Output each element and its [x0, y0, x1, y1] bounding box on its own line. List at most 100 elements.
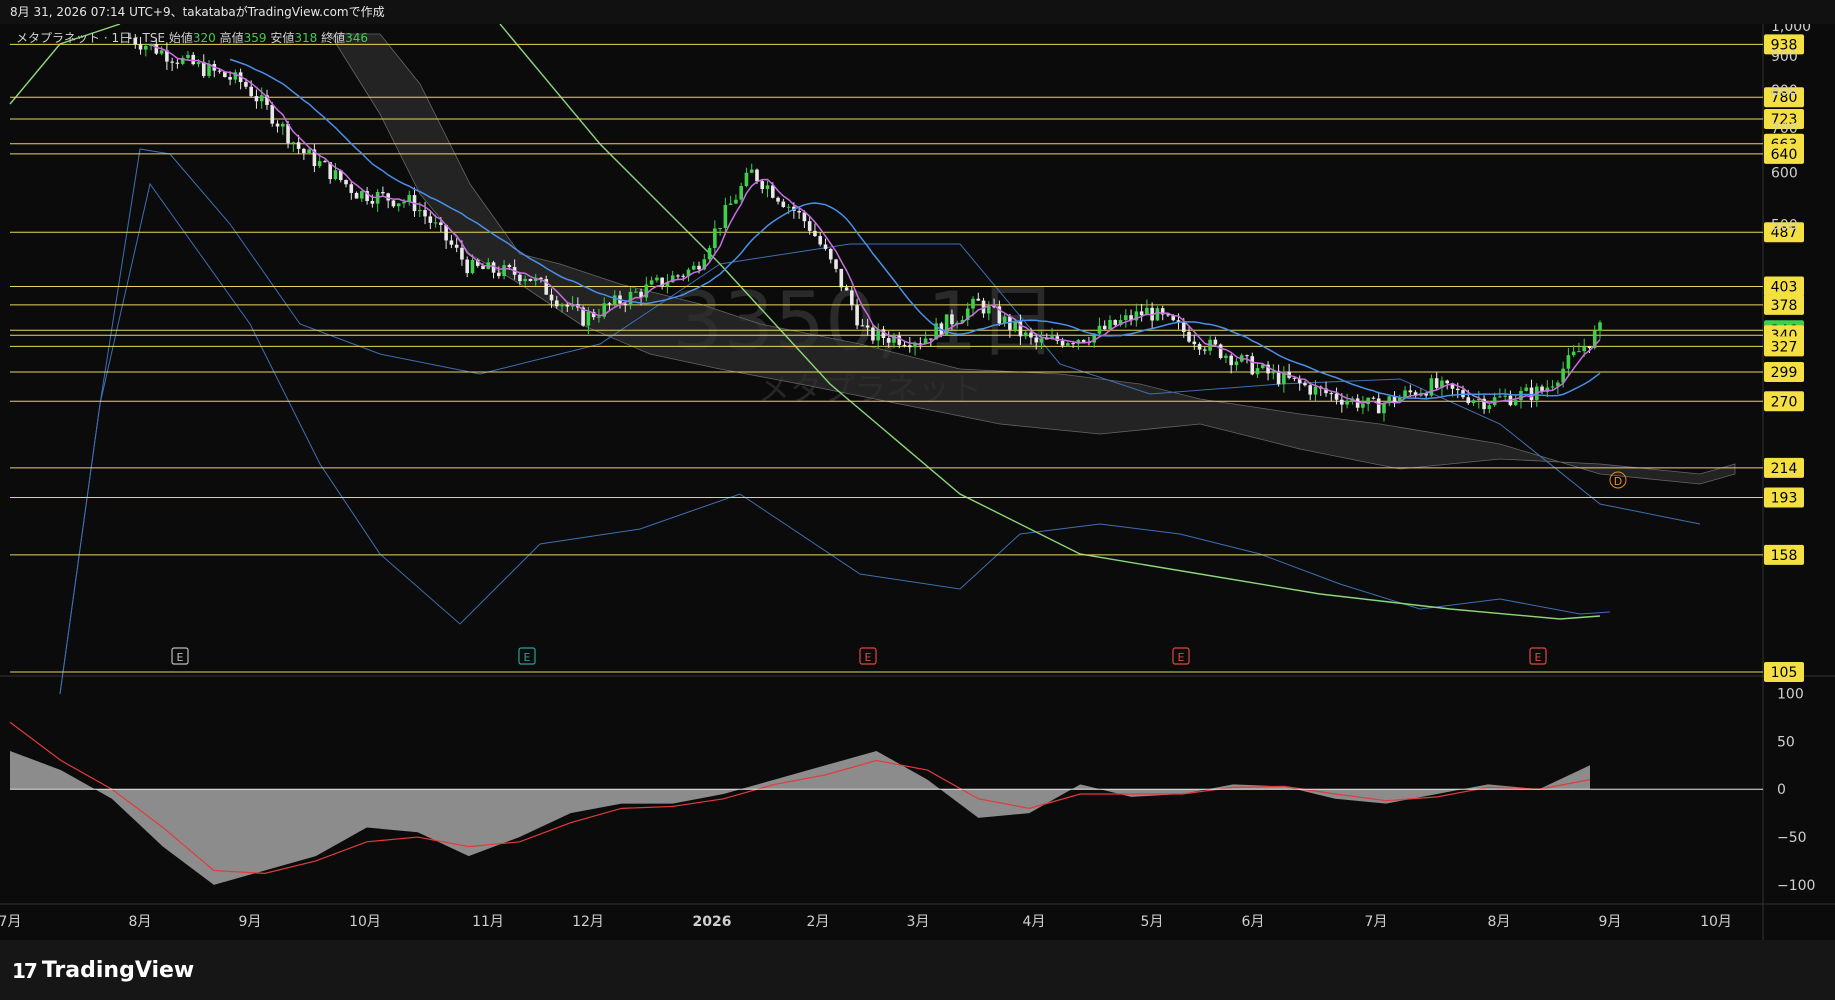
candle-body — [1582, 346, 1586, 352]
price-level-label: 270 — [1771, 394, 1798, 410]
candle-body — [828, 248, 833, 260]
candle-body — [1498, 396, 1502, 398]
candle-body — [449, 240, 454, 245]
candle-body — [807, 221, 812, 231]
candle-body — [518, 274, 522, 282]
time-axis-tick: 6月 — [1242, 914, 1265, 930]
candle-body — [1124, 315, 1128, 321]
candle-body — [417, 210, 422, 212]
candle-body — [523, 278, 527, 282]
candle-body — [1303, 383, 1307, 386]
price-level-label: 327 — [1771, 339, 1798, 355]
candle-body — [1329, 393, 1334, 395]
candle-body — [1513, 400, 1518, 406]
candle-body — [1382, 403, 1386, 414]
candle-body — [902, 344, 907, 346]
candle-body — [439, 222, 443, 225]
candle-body — [1187, 331, 1191, 342]
price-level-label: 214 — [1771, 461, 1798, 477]
candle-body — [1229, 355, 1233, 366]
price-level-label: 403 — [1771, 279, 1798, 295]
earnings-marker-label: E — [177, 651, 184, 664]
candle-body — [396, 203, 401, 207]
time-axis-tick: 9月 — [1599, 914, 1622, 930]
candle-body — [1234, 361, 1239, 366]
candle-body — [976, 298, 981, 301]
candle-body — [755, 169, 759, 182]
candle-body — [1587, 346, 1592, 348]
candle-body — [1566, 355, 1571, 369]
candle-body — [1340, 399, 1344, 405]
candle-body — [317, 161, 322, 167]
candle-body — [344, 180, 348, 185]
price-level-label: 193 — [1771, 491, 1798, 507]
candle-body — [254, 96, 259, 102]
candle-body — [138, 44, 143, 50]
chart-legend: メタプラネット · 1日 · TSE 始値320 高値359 安値318 終値3… — [16, 30, 368, 45]
candle-body — [1313, 386, 1318, 395]
candle-body — [201, 62, 206, 76]
macd-axis-tick: 0 — [1777, 782, 1786, 798]
candle-body — [781, 201, 786, 208]
candle-body — [1108, 319, 1112, 330]
price-chart[interactable]: 3350, 1日メタプラネット9387807236636404874033783… — [0, 24, 1835, 940]
candle-body — [607, 303, 612, 305]
macd-axis-tick: −100 — [1777, 878, 1815, 894]
price-axis-tick: 500 — [1771, 218, 1798, 234]
candle-body — [839, 268, 844, 288]
time-axis-tick: 4月 — [1023, 914, 1046, 930]
candle-body — [760, 181, 765, 190]
candle-body — [360, 191, 364, 199]
candle-body — [175, 62, 180, 64]
chart-window: 8月 31, 2026 07:14 UTC+9、takatabaがTrading… — [0, 0, 1835, 1000]
candle-body — [1255, 368, 1260, 375]
candle-body — [1139, 311, 1144, 316]
candle-body — [159, 50, 164, 54]
candle-body — [860, 325, 865, 327]
time-axis-tick: 7月 — [1365, 914, 1388, 930]
time-axis-tick: 8月 — [129, 914, 152, 930]
candle-body — [865, 325, 870, 328]
candle-body — [734, 199, 738, 204]
candle-body — [554, 300, 559, 307]
time-axis-tick: 8月 — [1488, 914, 1511, 930]
footer — [0, 940, 1835, 1000]
candle-body — [739, 186, 743, 200]
time-axis-tick: 7月 — [0, 914, 21, 930]
candle-body — [1181, 322, 1186, 332]
candle-body — [749, 169, 754, 173]
candle-body — [402, 202, 406, 204]
candle-body — [1292, 377, 1297, 379]
candle-body — [1197, 344, 1202, 350]
candle-body — [549, 294, 554, 301]
candle-body — [1102, 325, 1107, 330]
candle-body — [507, 265, 512, 268]
price-axis-tick: 1,000 — [1771, 24, 1811, 35]
earnings-marker-label: E — [1178, 651, 1185, 664]
candle-body — [1376, 398, 1381, 414]
tradingview-logo-icon: 17 — [12, 958, 38, 983]
candle-body — [291, 142, 296, 144]
price-axis-tick: 900 — [1771, 49, 1798, 65]
tradingview-logo[interactable]: 17 TradingView — [12, 958, 194, 983]
tradingview-logo-text: TradingView — [41, 958, 195, 983]
earnings-marker-label: E — [1535, 651, 1542, 664]
candle-body — [1039, 338, 1044, 343]
candle-body — [676, 275, 680, 277]
candle-body — [929, 338, 933, 340]
macd-axis-tick: 100 — [1777, 687, 1804, 703]
candle-body — [144, 45, 148, 50]
price-level-label: 158 — [1771, 548, 1798, 564]
candle-body — [1434, 378, 1439, 388]
candle-body — [623, 303, 628, 305]
candle-body — [1334, 393, 1339, 400]
candle-body — [1345, 400, 1349, 405]
candle-body — [1034, 337, 1039, 343]
candle-body — [323, 161, 327, 163]
candle-body — [649, 280, 654, 285]
candle-body — [302, 148, 306, 154]
candle-body — [1408, 390, 1413, 393]
candle-body — [1361, 404, 1365, 408]
candle-body — [1371, 397, 1376, 399]
candle-body — [1192, 341, 1197, 345]
